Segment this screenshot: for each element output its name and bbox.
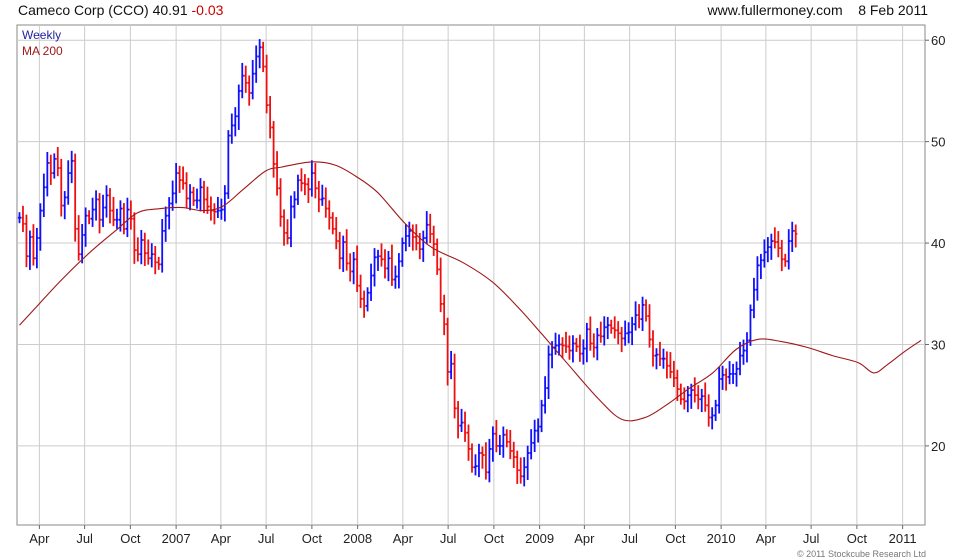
legend-ma200: MA 200 bbox=[22, 44, 63, 58]
x-tick-label: Jul bbox=[440, 531, 457, 546]
x-tick-label: Apr bbox=[574, 531, 595, 546]
x-tick-label: Apr bbox=[211, 531, 232, 546]
x-tick-label: 2009 bbox=[525, 531, 554, 546]
y-tick-label: 30 bbox=[931, 337, 945, 352]
x-tick-label: 2011 bbox=[889, 531, 917, 546]
x-tick-label: Jul bbox=[76, 531, 93, 546]
x-tick-label: Oct bbox=[847, 531, 868, 546]
x-tick-label: 2008 bbox=[343, 531, 372, 546]
legend-weekly: Weekly bbox=[22, 28, 62, 42]
x-tick-label: Apr bbox=[756, 531, 777, 546]
x-tick-label: Oct bbox=[484, 531, 505, 546]
x-tick-label: 2010 bbox=[707, 531, 736, 546]
y-tick-label: 60 bbox=[931, 33, 945, 48]
x-tick-label: Jul bbox=[258, 531, 275, 546]
y-tick-label: 20 bbox=[931, 439, 945, 454]
plot-frame bbox=[16, 24, 926, 526]
y-tick-label: 40 bbox=[931, 236, 945, 251]
x-tick-label: Jul bbox=[621, 531, 638, 546]
x-tick-label: Apr bbox=[393, 531, 414, 546]
x-tick-label: Oct bbox=[665, 531, 686, 546]
x-tick-label: 2007 bbox=[162, 531, 191, 546]
copyright-credit: © 2011 Stockcube Research Ltd bbox=[796, 549, 926, 559]
price-chart: 20 30 40 50 60 Apr Jul Oct 2007 Apr Jul Oct 2008 Apr J… bbox=[16, 24, 945, 546]
x-tick-label: Oct bbox=[302, 531, 323, 546]
y-tick-label: 50 bbox=[931, 135, 945, 150]
x-tick-label: Jul bbox=[803, 531, 820, 546]
x-tick-label: Apr bbox=[29, 531, 50, 546]
x-tick-label: Oct bbox=[120, 531, 141, 546]
